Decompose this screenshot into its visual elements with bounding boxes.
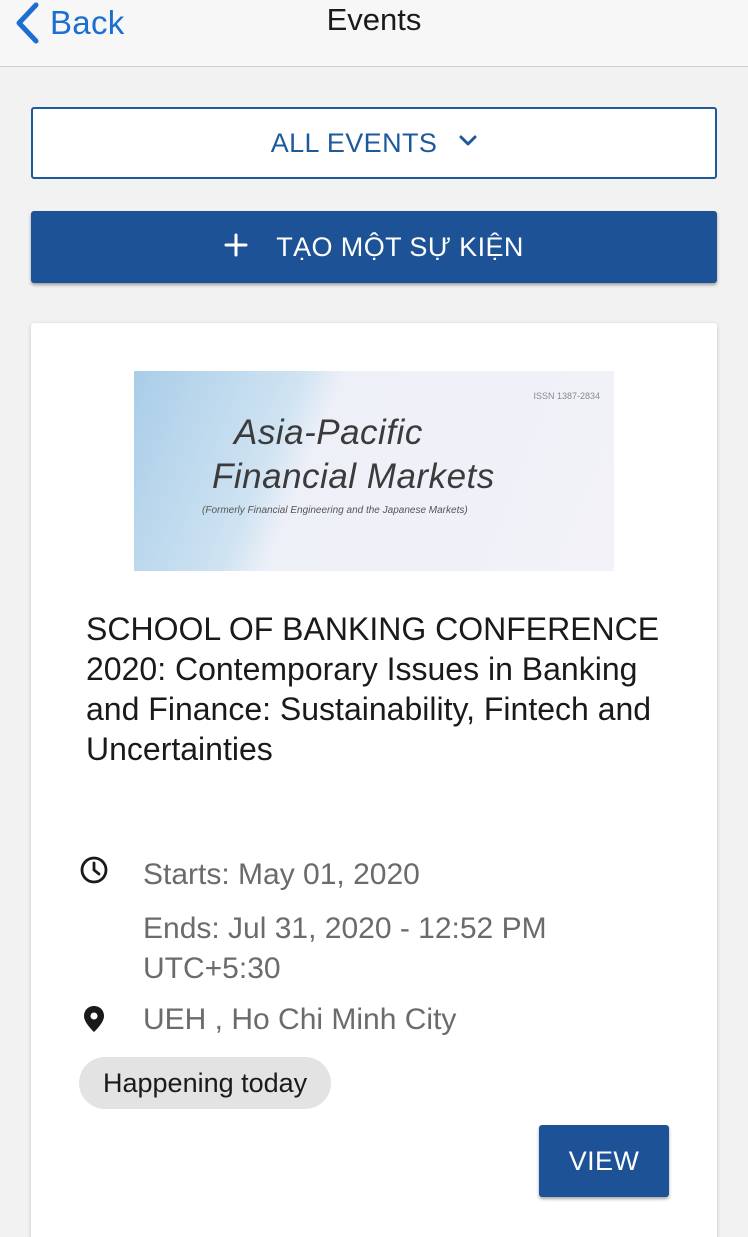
view-event-button[interactable]: VIEW [539,1125,669,1197]
filter-selected-label: ALL EVENTS [270,127,438,158]
event-location: UEH , Ho Chi Minh City [79,1003,456,1036]
event-start: Starts: May 01, 2020 [143,858,420,891]
banner-title-line1: Asia-Pacific [234,413,423,452]
create-event-button[interactable]: TẠO MỘT SỰ KIỆN [31,211,717,283]
plus-icon [224,233,248,262]
event-card: ISSN 1387-2834 Asia-Pacific Financial Ma… [31,323,717,1237]
event-end: Ends: Jul 31, 2020 - 12:52 PM [143,912,547,945]
banner-subtitle: (Formerly Financial Engineering and the … [202,505,468,516]
chevron-down-icon [459,134,477,152]
banner-title-line2: Financial Markets [212,457,495,496]
banner-issn: ISSN 1387-2834 [533,391,600,401]
clock-icon [79,855,111,887]
page-title: Events [326,2,422,37]
event-banner-image: ISSN 1387-2834 Asia-Pacific Financial Ma… [134,371,614,571]
status-badge: Happening today [79,1057,332,1109]
event-dates: Starts: May 01, 2020 Ends: Jul 31, 2020 … [79,855,547,985]
event-filter-dropdown[interactable]: ALL EVENTS [31,107,717,179]
event-location-text: UEH , Ho Chi Minh City [143,1003,457,1036]
create-event-label: TẠO MỘT SỰ KIỆN [276,231,524,262]
event-timezone: UTC+5:30 [143,952,281,985]
top-bar: Back Events [0,0,748,67]
location-pin-icon [79,1004,111,1036]
event-title: SCHOOL OF BANKING CONFERENCE 2020: Conte… [86,611,660,767]
